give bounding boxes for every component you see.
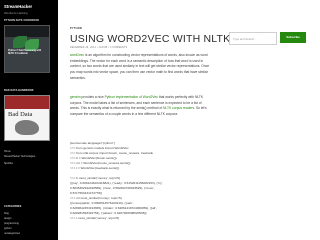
code-line: >>> t.most_similar('money', topn=5) bbox=[70, 216, 120, 220]
code-line: [('unstoppable', 0.6900512576103210), ('… bbox=[70, 201, 134, 205]
code-line: 0.6289642453193665), ('obtain', 0.628614… bbox=[70, 206, 157, 210]
post-meta: DECEMBER 29, 2014 • JACOB • 3 COMMENTS bbox=[70, 47, 128, 49]
code-block: [sourcecode language="python"] >>> from … bbox=[70, 141, 220, 221]
search-placeholder: Type and Search... bbox=[233, 36, 257, 41]
code-line: >>> from nltk.corpus import brown, movie… bbox=[70, 151, 153, 155]
post-title[interactable]: USING WORD2VEC WITH NLTK bbox=[70, 33, 230, 45]
sidebar-link-technologies[interactable]: StreamHacker Technologies bbox=[4, 155, 35, 158]
code-line: >>> b.most_similar('money', topn=5) bbox=[70, 176, 121, 180]
category-link[interactable]: uncategorized bbox=[4, 232, 20, 235]
code-line: [sourcecode language="python"] bbox=[70, 141, 115, 145]
category-link[interactable]: programming bbox=[4, 222, 19, 225]
sidebar: StreamHacker Weotta be Hacking PYTHON NL… bbox=[0, 0, 58, 240]
sidebar-heading-bad-data: BAD DATA HANDBOOK bbox=[4, 89, 34, 92]
code-line: >>> mr.most_similar('money', topn=5) bbox=[70, 196, 122, 200]
word2vec-link[interactable]: word2vec bbox=[70, 53, 84, 57]
post-paragraph-2: gensim provides a nice Python implementa… bbox=[70, 95, 207, 117]
nltk-corpus-readers-link[interactable]: NLTK corpus readers bbox=[163, 106, 194, 110]
code-line: 0.5717593431472778)] bbox=[70, 191, 102, 195]
cookbook-cover-label: Python 3 Text Processing with NLTK 3 Coo… bbox=[8, 50, 42, 55]
bad-data-cover-title: Bad Data bbox=[8, 111, 33, 118]
site-title[interactable]: StreamHacker bbox=[4, 4, 32, 9]
gensim-link[interactable]: gensim bbox=[70, 95, 81, 99]
main-content: PYTHON USING WORD2VEC WITH NLTK DECEMBER… bbox=[58, 0, 320, 240]
code-line: 0.628281593322754), ('patient', 0.620792… bbox=[70, 211, 147, 215]
post-category[interactable]: PYTHON bbox=[70, 27, 82, 30]
code-line: [('pay', 0.6832243204116821), ('ready', … bbox=[70, 181, 163, 185]
bad-data-cover-image[interactable]: Bad Data bbox=[4, 95, 50, 141]
code-line: >>> t = Word2Vec(treebank.sents()) bbox=[70, 166, 120, 170]
subscribe-button[interactable]: Subscribe bbox=[280, 32, 306, 43]
code-line: >>> b = Word2Vec(brown.sents()) bbox=[70, 156, 117, 160]
search-input[interactable]: Type and Search... bbox=[229, 32, 277, 45]
word2vec-implementation-link[interactable]: Python implementation of Word2Vec bbox=[105, 95, 158, 99]
sidebar-heading-cookbook: PYTHON NLTK COOKBOOK bbox=[4, 19, 40, 22]
category-link[interactable]: python bbox=[4, 227, 12, 230]
sidebar-link-home[interactable]: Home bbox=[4, 150, 11, 153]
code-line: >>> mr = Word2Vec(movie_reviews.sents()) bbox=[70, 161, 131, 165]
category-link[interactable]: blog bbox=[4, 212, 9, 215]
cookbook-cover-image[interactable]: Python 3 Text Processing with NLTK 3 Coo… bbox=[4, 25, 50, 73]
sidebar-link-spotflux[interactable]: Spotflux bbox=[4, 162, 13, 165]
category-link[interactable]: design bbox=[4, 217, 11, 220]
code-line: 0.5845392942428589), ('care', 0.58246272… bbox=[70, 186, 155, 190]
code-line: >>> from gensim.models import Word2Vec bbox=[70, 146, 129, 150]
sidebar-heading-categories: CATEGORIES bbox=[4, 205, 22, 208]
post-paragraph-1: word2vec is an algorithm for constructin… bbox=[70, 53, 210, 80]
site-description: Weotta be Hacking bbox=[4, 11, 28, 15]
